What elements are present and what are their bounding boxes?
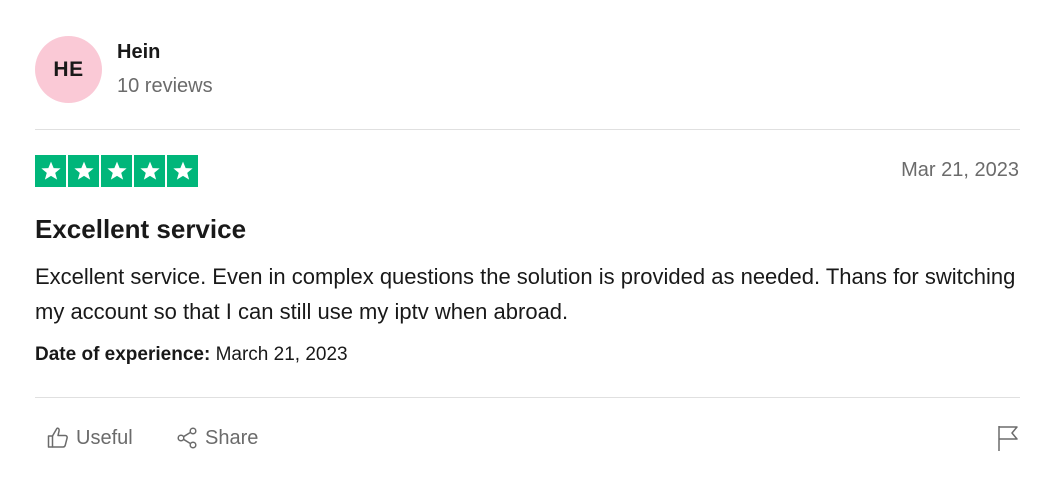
- date-of-experience: Date of experience: March 21, 2023: [35, 343, 348, 367]
- share-label: Share: [205, 427, 259, 449]
- flag-icon[interactable]: [996, 424, 1020, 452]
- footer-divider: [35, 397, 1020, 398]
- avatar-initials: HE: [53, 57, 84, 81]
- reviewer-review-count: 10 reviews: [117, 75, 213, 97]
- date-of-experience-label: Date of experience:: [35, 344, 211, 365]
- review-title[interactable]: Excellent service: [35, 213, 246, 245]
- star-icon: [35, 155, 66, 187]
- star-icon: [68, 155, 99, 187]
- date-of-experience-value: March 21, 2023: [210, 344, 348, 365]
- share-button[interactable]: Share: [175, 424, 258, 452]
- reviewer-name[interactable]: Hein: [117, 40, 160, 64]
- avatar[interactable]: HE: [35, 36, 102, 103]
- review-card: HE Hein 10 reviews Mar 21, 2023 Excellen…: [0, 0, 1054, 489]
- star-icon: [167, 155, 198, 187]
- thumbs-up-icon: [46, 426, 70, 450]
- review-body: Excellent service. Even in complex quest…: [35, 264, 1016, 324]
- useful-button[interactable]: Useful: [46, 424, 133, 452]
- review-date: Mar 21, 2023: [901, 159, 1019, 181]
- useful-label: Useful: [76, 427, 133, 449]
- share-icon: [175, 426, 199, 450]
- star-rating: [35, 155, 198, 187]
- star-icon: [134, 155, 165, 187]
- star-icon: [101, 155, 132, 187]
- header-divider: [35, 129, 1020, 130]
